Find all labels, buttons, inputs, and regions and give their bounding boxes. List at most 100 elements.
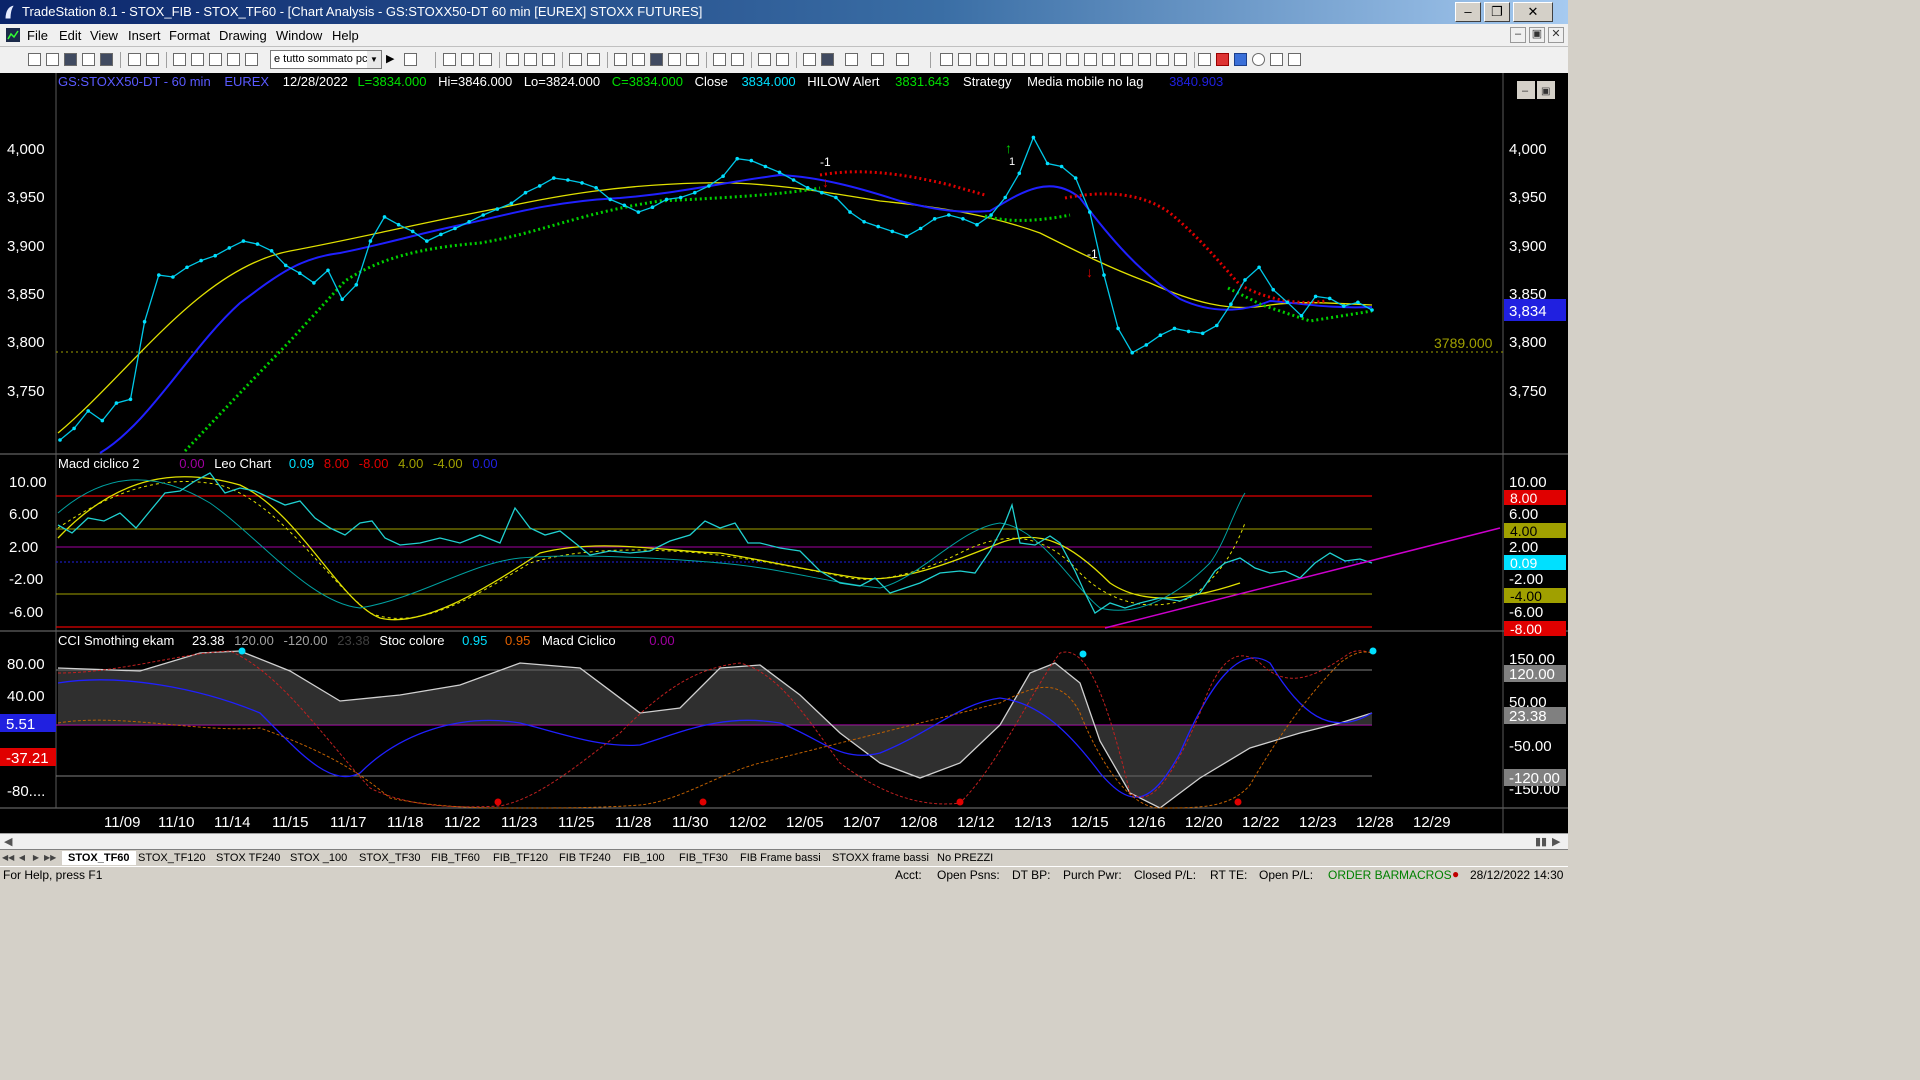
maximize-button[interactable]: ❐ xyxy=(1484,2,1510,22)
tab-stoxx-frame-bassi[interactable]: STOXX frame bassi xyxy=(832,851,929,865)
pointer-icon[interactable] xyxy=(803,53,816,66)
vertical-lines-icon[interactable] xyxy=(958,53,971,66)
point-figure-icon[interactable] xyxy=(686,53,699,66)
tab-fib-tf240[interactable]: FIB TF240 xyxy=(559,851,611,865)
chevron-down-icon[interactable]: ▼ xyxy=(367,51,381,68)
tab-no-prezzi[interactable]: No PREZZI xyxy=(937,851,993,865)
open-icon[interactable] xyxy=(46,53,59,66)
refresh-icon[interactable] xyxy=(587,53,600,66)
radar-screen-icon[interactable] xyxy=(461,53,474,66)
play-arrow-icon[interactable]: ▶ xyxy=(386,52,394,65)
freehand-icon[interactable] xyxy=(1198,53,1211,66)
menu-drawing[interactable]: Drawing xyxy=(219,28,267,43)
save-icon[interactable] xyxy=(64,53,77,66)
alert-icon[interactable] xyxy=(871,53,884,66)
ellipse-icon[interactable] xyxy=(1252,53,1265,66)
tab-stox-tf60[interactable]: STOX_TF60 xyxy=(62,851,136,865)
menu-window[interactable]: Window xyxy=(276,28,322,43)
regression-icon[interactable] xyxy=(1084,53,1097,66)
help-icon[interactable] xyxy=(896,53,909,66)
candle-icon[interactable] xyxy=(650,53,663,66)
workspace-combo[interactable]: e tutto sommato pc ▼ xyxy=(270,50,382,69)
scroll-right-arrow-icon[interactable]: ▶ xyxy=(1552,835,1560,848)
tab-fib-tf60[interactable]: FIB_TF60 xyxy=(431,851,480,865)
data-icon[interactable] xyxy=(614,53,627,66)
menu-format[interactable]: Format xyxy=(169,28,210,43)
scroll-thumb-icon[interactable]: ▮▮ xyxy=(1535,835,1547,848)
paste-icon[interactable] xyxy=(191,53,204,66)
crosshair-icon[interactable] xyxy=(821,53,834,66)
rectangle-icon[interactable] xyxy=(1270,53,1283,66)
mdi-close-button[interactable]: ✕ xyxy=(1548,27,1564,43)
tab-stox-100[interactable]: STOX _100 xyxy=(290,851,347,865)
chart-canvas[interactable]: GS:STOXX50-DT - 60 min EUREX 12/28/2022 … xyxy=(0,73,1568,833)
new-window-icon[interactable] xyxy=(82,53,95,66)
tab-fib-tf30[interactable]: FIB_TF30 xyxy=(679,851,728,865)
close-button[interactable]: ✕ xyxy=(1513,2,1553,22)
new-icon[interactable] xyxy=(28,53,41,66)
menu-insert[interactable]: Insert xyxy=(128,28,161,43)
menu-edit[interactable]: Edit xyxy=(59,28,81,43)
chart-analysis-icon[interactable] xyxy=(443,53,456,66)
print-preview-icon[interactable] xyxy=(146,53,159,66)
up-arrow-icon[interactable] xyxy=(1234,53,1247,66)
andrews-pitchfork-icon[interactable] xyxy=(1030,53,1043,66)
mdi-minimize-button[interactable]: – xyxy=(1510,27,1526,43)
horizontal-scrollbar[interactable]: ◀ ▮▮ ▶ xyxy=(0,833,1568,850)
save-all-icon[interactable] xyxy=(100,53,113,66)
tab-fib-100[interactable]: FIB_100 xyxy=(623,851,665,865)
tab-fib-tf120[interactable]: FIB_TF120 xyxy=(493,851,548,865)
text-tool-icon[interactable] xyxy=(1288,53,1301,66)
matrix-icon[interactable] xyxy=(479,53,492,66)
price-point xyxy=(283,263,288,268)
mdi-restore-button[interactable]: ▣ xyxy=(1529,27,1545,43)
arrow-h-icon[interactable] xyxy=(1102,53,1115,66)
scroll-left-arrow-icon[interactable]: ◀ xyxy=(4,835,12,848)
chart-area[interactable]: GS:STOXX50-DT - 60 min EUREX 12/28/2022 … xyxy=(0,73,1568,833)
minimize-button[interactable]: – xyxy=(1455,2,1481,22)
tab-stox-tf240[interactable]: STOX TF240 xyxy=(216,851,280,865)
globe-icon[interactable] xyxy=(245,53,258,66)
bar-chart-icon[interactable] xyxy=(632,53,645,66)
arc-icon[interactable] xyxy=(1138,53,1151,66)
horizontal-lines-icon[interactable] xyxy=(976,53,989,66)
order-bar-button[interactable]: ORDER BAR xyxy=(1328,868,1399,882)
channel-icon[interactable] xyxy=(994,53,1007,66)
tab-last-icon[interactable]: ▶▶ xyxy=(44,851,56,864)
menu-help[interactable]: Help xyxy=(332,28,359,43)
menu-file[interactable]: File xyxy=(27,28,48,43)
macros-button[interactable]: MACROS xyxy=(1399,868,1452,882)
print-icon[interactable] xyxy=(128,53,141,66)
magenta-trendline[interactable] xyxy=(1104,527,1501,629)
copy-icon[interactable] xyxy=(173,53,186,66)
menu-view[interactable]: View xyxy=(90,28,118,43)
tab-next-icon[interactable]: ▶ xyxy=(30,851,42,864)
gann-fan-icon[interactable] xyxy=(1066,53,1079,66)
scroll-left-icon[interactable] xyxy=(713,53,726,66)
scroll-right-icon[interactable] xyxy=(731,53,744,66)
zoom-in-icon[interactable] xyxy=(758,53,771,66)
down-arrow-icon[interactable] xyxy=(1216,53,1229,66)
pen-icon[interactable] xyxy=(1174,53,1187,66)
cut-icon[interactable] xyxy=(227,53,240,66)
tab-fib-frame-bassi[interactable]: FIB Frame bassi xyxy=(740,851,821,865)
line-chart-icon[interactable] xyxy=(668,53,681,66)
fib-icon[interactable] xyxy=(1012,53,1025,66)
tab-stox-tf120[interactable]: STOX_TF120 xyxy=(138,851,206,865)
indicator-icon[interactable] xyxy=(506,53,519,66)
lock-icon[interactable] xyxy=(209,53,222,66)
spiral-icon[interactable] xyxy=(1156,53,1169,66)
macd-ciclico-title: Macd Ciclico xyxy=(542,633,616,648)
search-icon[interactable] xyxy=(404,53,417,66)
trendline-icon[interactable] xyxy=(940,53,953,66)
strategy-icon[interactable] xyxy=(524,53,537,66)
parallel-lines-icon[interactable] xyxy=(1120,53,1133,66)
tab-first-icon[interactable]: ◀◀ xyxy=(2,851,14,864)
tools-icon[interactable] xyxy=(845,53,858,66)
format-icon[interactable] xyxy=(569,53,582,66)
speed-lines-icon[interactable] xyxy=(1048,53,1061,66)
tab-prev-icon[interactable]: ◀ xyxy=(16,851,28,864)
drawing-icon[interactable] xyxy=(542,53,555,66)
zoom-out-icon[interactable] xyxy=(776,53,789,66)
tab-stox-tf30[interactable]: STOX_TF30 xyxy=(359,851,421,865)
